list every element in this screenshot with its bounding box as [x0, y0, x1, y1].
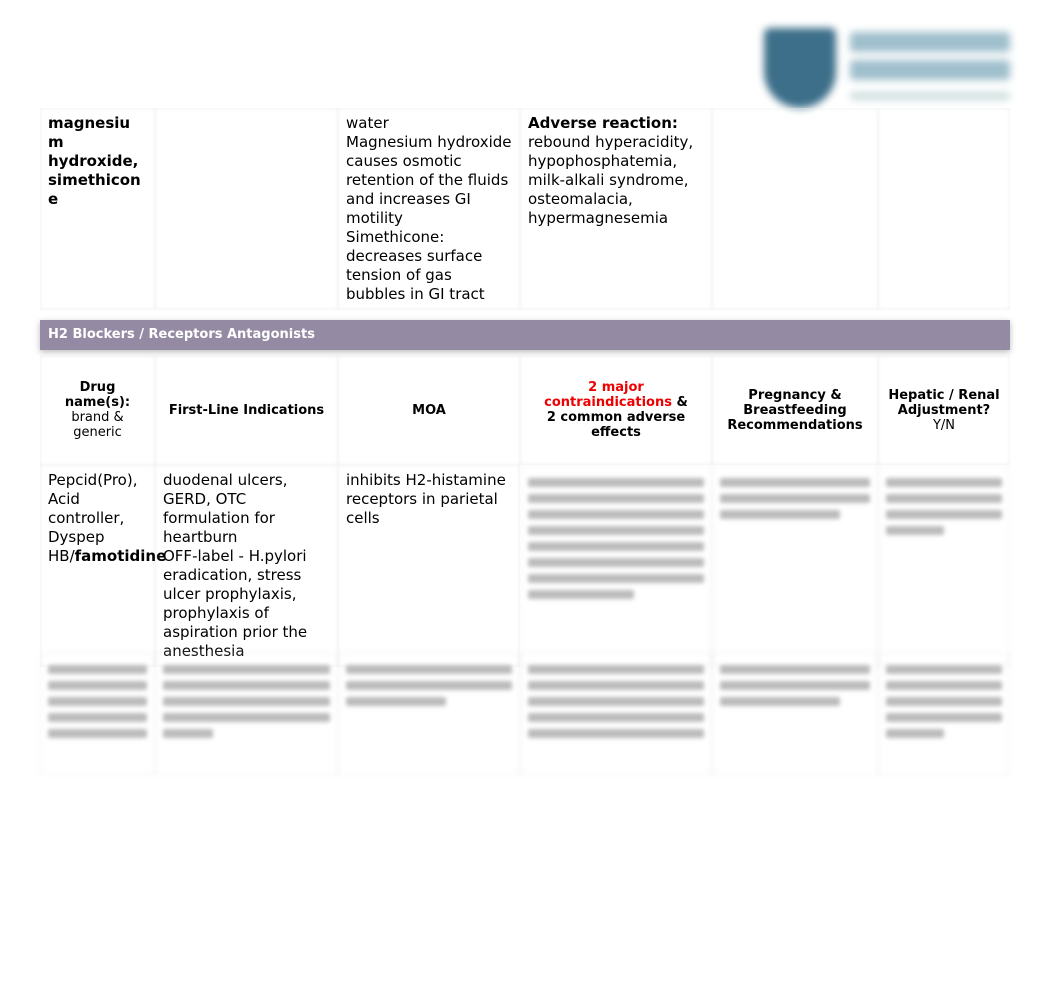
logo: [758, 22, 1020, 114]
pregnancy-cell: [712, 108, 878, 310]
header-drug: Drug name(s): brand & generic: [40, 355, 155, 465]
header-moa: MOA: [338, 355, 520, 465]
text: famotidine: [74, 547, 167, 565]
blurred-cell: [878, 652, 1010, 775]
blurred-cell: [338, 652, 520, 775]
text: hydroxide,: [48, 152, 139, 170]
text: Y/N: [932, 417, 956, 433]
blurred-cell: [712, 652, 878, 775]
table-row: Pepcid(Pro), Acid controller, Dyspep HB/…: [40, 465, 1010, 660]
drug-name-cell: magnesiu m hydroxide, simethicon e: [40, 108, 155, 310]
text: m: [48, 133, 64, 151]
header-hepatic: Hepatic / Renal Adjustment? Y/N: [878, 355, 1010, 465]
adverse-text: rebound hyperacidity, hypophosphatemia, …: [528, 133, 694, 227]
shield-logo-icon: [764, 28, 836, 108]
blurred-cell: [878, 465, 1010, 667]
blurred-cell: [520, 652, 712, 775]
drug-name-cell: Pepcid(Pro), Acid controller, Dyspep HB/…: [40, 465, 166, 667]
text: Drug name(s):: [64, 380, 131, 410]
indications-cell: [155, 108, 338, 310]
hepatic-cell: [878, 108, 1010, 310]
moa-cell: water Magnesium hydroxide causes osmotic…: [338, 108, 520, 310]
blurred-cell: [712, 465, 878, 667]
text: 2 common adverse effects: [546, 410, 686, 440]
header-pregnancy: Pregnancy & Breastfeeding Recommendation…: [712, 355, 878, 465]
table-header: Drug name(s): brand & generic First-Line …: [40, 355, 1010, 465]
text: brand & generic: [71, 410, 124, 440]
text: simethicon: [48, 171, 141, 189]
text: Hepatic / Renal Adjustment?: [888, 387, 1000, 418]
table-row: magnesiu m hydroxide, simethicon e water…: [40, 108, 1010, 310]
text: &: [671, 395, 688, 410]
section-banner: H2 Blockers / Receptors Antagonists: [40, 320, 1010, 350]
indications-cell: duodenal ulcers, GERD, OTC formulation f…: [155, 465, 338, 667]
header-indications: First-Line Indications: [155, 355, 338, 465]
blurred-row: [40, 652, 1010, 775]
header-contra: 2 major contraindications & 2 common adve…: [520, 355, 712, 465]
adverse-cell: Adverse reaction: rebound hyperacidity, h…: [520, 108, 712, 310]
text: 2 major contraindications: [544, 380, 672, 410]
blurred-cell: [40, 652, 155, 775]
text: magnesiu: [48, 114, 131, 132]
text: e: [48, 190, 59, 208]
adverse-label: Adverse reaction:: [528, 114, 678, 132]
blurred-cell: [155, 652, 338, 775]
blurred-cell: [520, 465, 712, 667]
moa-cell: inhibits H2-histamine receptors in parie…: [338, 465, 520, 667]
